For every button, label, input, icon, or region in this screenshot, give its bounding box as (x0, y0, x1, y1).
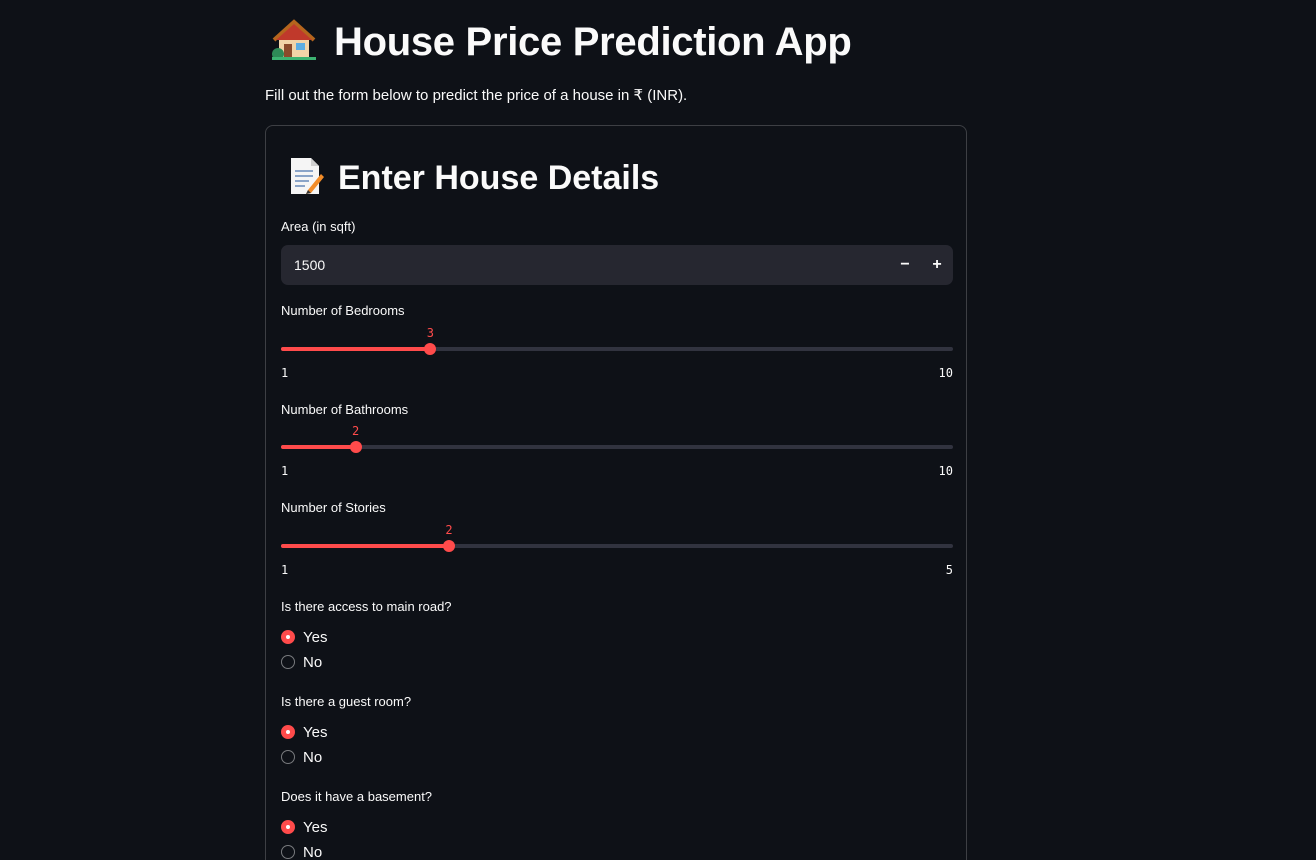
slider-max-label: 10 (938, 366, 953, 380)
bathrooms-label: Number of Bathrooms (281, 402, 409, 417)
radio-button[interactable] (281, 725, 295, 739)
radio-label: No (303, 748, 323, 766)
area-label: Area (in sqft) (281, 219, 356, 234)
increment-button[interactable]: + (921, 245, 953, 285)
basement-option-no[interactable]: No (281, 842, 322, 860)
slider-min-label: 1 (281, 563, 289, 577)
mainroad-label: Is there access to main road? (281, 599, 452, 614)
slider-track[interactable] (281, 445, 953, 449)
slider-thumb[interactable] (443, 540, 455, 552)
title-row: House Price Prediction App (270, 16, 852, 68)
slider-fill (281, 544, 449, 548)
radio-button[interactable] (281, 845, 295, 859)
page-title: House Price Prediction App (334, 19, 852, 64)
slider-current-value: 3 (426, 326, 434, 340)
app-page: House Price Prediction App Fill out the … (0, 0, 1316, 860)
house-icon (270, 18, 318, 67)
radio-label: No (303, 843, 323, 860)
radio-label: Yes (303, 628, 328, 646)
slider-max-label: 10 (938, 464, 953, 478)
slider-thumb[interactable] (349, 441, 362, 453)
memo-icon (288, 156, 324, 201)
slider-thumb[interactable] (424, 343, 437, 355)
radio-label: Yes (303, 723, 328, 741)
slider-current-value: 2 (352, 424, 360, 438)
guestroom-option-no[interactable]: No (281, 747, 322, 767)
stories-slider[interactable]: 2 1 5 (281, 523, 953, 577)
basement-option-yes[interactable]: Yes (281, 817, 327, 837)
stories-label: Number of Stories (281, 500, 386, 515)
radio-button[interactable] (281, 750, 295, 764)
page-subtitle: Fill out the form below to predict the p… (265, 87, 688, 104)
slider-max-label: 5 (945, 563, 953, 577)
decrement-button[interactable]: − (889, 245, 921, 285)
radio-label: Yes (303, 818, 328, 836)
bedrooms-label: Number of Bedrooms (281, 303, 405, 318)
radio-button[interactable] (281, 655, 295, 669)
house-details-form (265, 125, 967, 860)
mainroad-option-yes[interactable]: Yes (281, 627, 327, 647)
guestroom-label: Is there a guest room? (281, 694, 412, 709)
form-heading-row: Enter House Details (288, 156, 659, 200)
form-heading: Enter House Details (338, 158, 660, 197)
mainroad-option-no[interactable]: No (281, 652, 322, 672)
area-number-input[interactable]: 1500 − + (281, 245, 953, 285)
radio-button[interactable] (281, 630, 295, 644)
area-value[interactable]: 1500 (294, 257, 889, 273)
slider-current-value: 2 (445, 523, 453, 537)
slider-min-label: 1 (281, 366, 289, 380)
bedrooms-slider[interactable]: 3 1 10 (281, 326, 953, 380)
radio-button[interactable] (281, 820, 295, 834)
slider-fill (281, 445, 356, 449)
bathrooms-slider[interactable]: 2 1 10 (281, 424, 953, 478)
radio-label: No (303, 653, 323, 671)
slider-fill (281, 347, 431, 351)
guestroom-option-yes[interactable]: Yes (281, 722, 327, 742)
basement-label: Does it have a basement? (281, 789, 433, 804)
slider-min-label: 1 (281, 464, 289, 478)
